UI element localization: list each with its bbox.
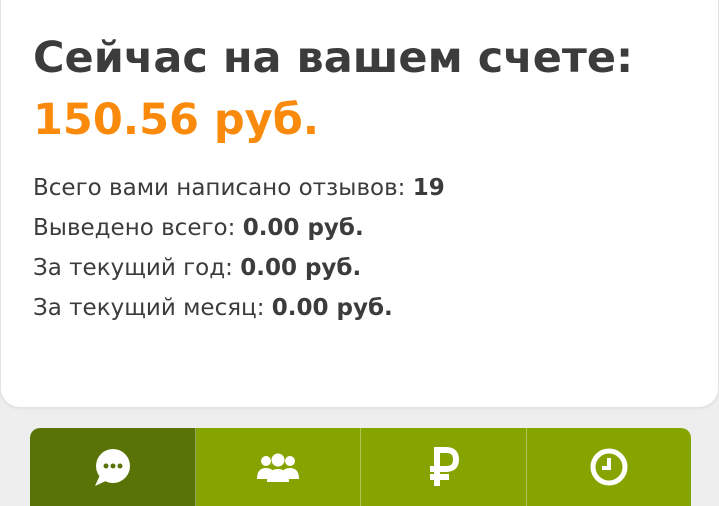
stat-value: 0.00 руб. <box>242 215 364 241</box>
stat-label: Всего вами написано отзывов: <box>33 175 413 201</box>
clock-icon <box>590 448 628 486</box>
stat-current-year: За текущий год: 0.00 руб. <box>33 248 445 288</box>
stat-label: За текущий год: <box>33 255 241 281</box>
account-card: Сейчас на вашем счете: 150.56 руб. Всего… <box>0 0 719 408</box>
chat-bubble-icon <box>95 449 131 486</box>
users-group-icon <box>256 453 299 482</box>
stat-value: 0.00 руб. <box>240 255 362 281</box>
bottom-tab-bar <box>30 428 691 506</box>
tab-history[interactable] <box>526 428 691 506</box>
account-balance: 150.56 руб. <box>33 95 320 145</box>
stat-reviews-count: Всего вами написано отзывов: 19 <box>33 168 445 208</box>
stat-value: 19 <box>412 175 445 201</box>
tab-balance[interactable] <box>361 428 527 506</box>
stat-current-month: За текущий месяц: 0.00 руб. <box>33 288 445 328</box>
stat-value: 0.00 руб. <box>271 295 393 321</box>
ruble-icon <box>430 447 460 486</box>
stats-list: Всего вами написано отзывов: 19 Выведено… <box>33 168 445 328</box>
account-heading: Сейчас на вашем счете: <box>33 33 634 83</box>
stat-withdrawn-total: Выведено всего: 0.00 руб. <box>33 208 445 248</box>
stat-label: За текущий месяц: <box>33 295 272 321</box>
tab-referrals[interactable] <box>195 428 361 506</box>
stat-label: Выведено всего: <box>33 215 243 241</box>
tab-reviews[interactable] <box>30 428 196 506</box>
